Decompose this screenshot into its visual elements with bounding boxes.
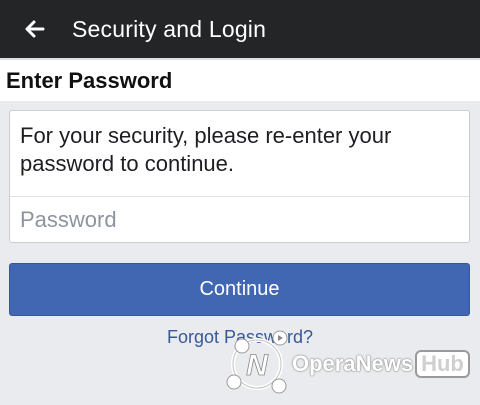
arrow-left-icon: [25, 20, 45, 38]
section-heading-bar: Enter Password: [0, 58, 480, 101]
svg-text:N: N: [246, 349, 269, 382]
watermark-text: OperaNews Hub: [292, 350, 470, 378]
page-title: Security and Login: [72, 15, 267, 42]
security-message: For your security, please re-enter your …: [10, 111, 469, 197]
opera-news-logo-icon: N: [226, 330, 288, 394]
section-heading: Enter Password: [6, 67, 173, 93]
opera-news-hub-watermark: N OperaNews Hub: [224, 330, 474, 396]
continue-button[interactable]: Continue: [9, 263, 470, 316]
top-app-bar: Security and Login: [0, 0, 480, 58]
back-button[interactable]: [0, 0, 70, 58]
watermark-hub-badge: Hub: [415, 350, 470, 378]
password-card: For your security, please re-enter your …: [9, 110, 470, 243]
watermark-brand: OperaNews: [292, 351, 414, 376]
password-input[interactable]: [10, 197, 469, 243]
